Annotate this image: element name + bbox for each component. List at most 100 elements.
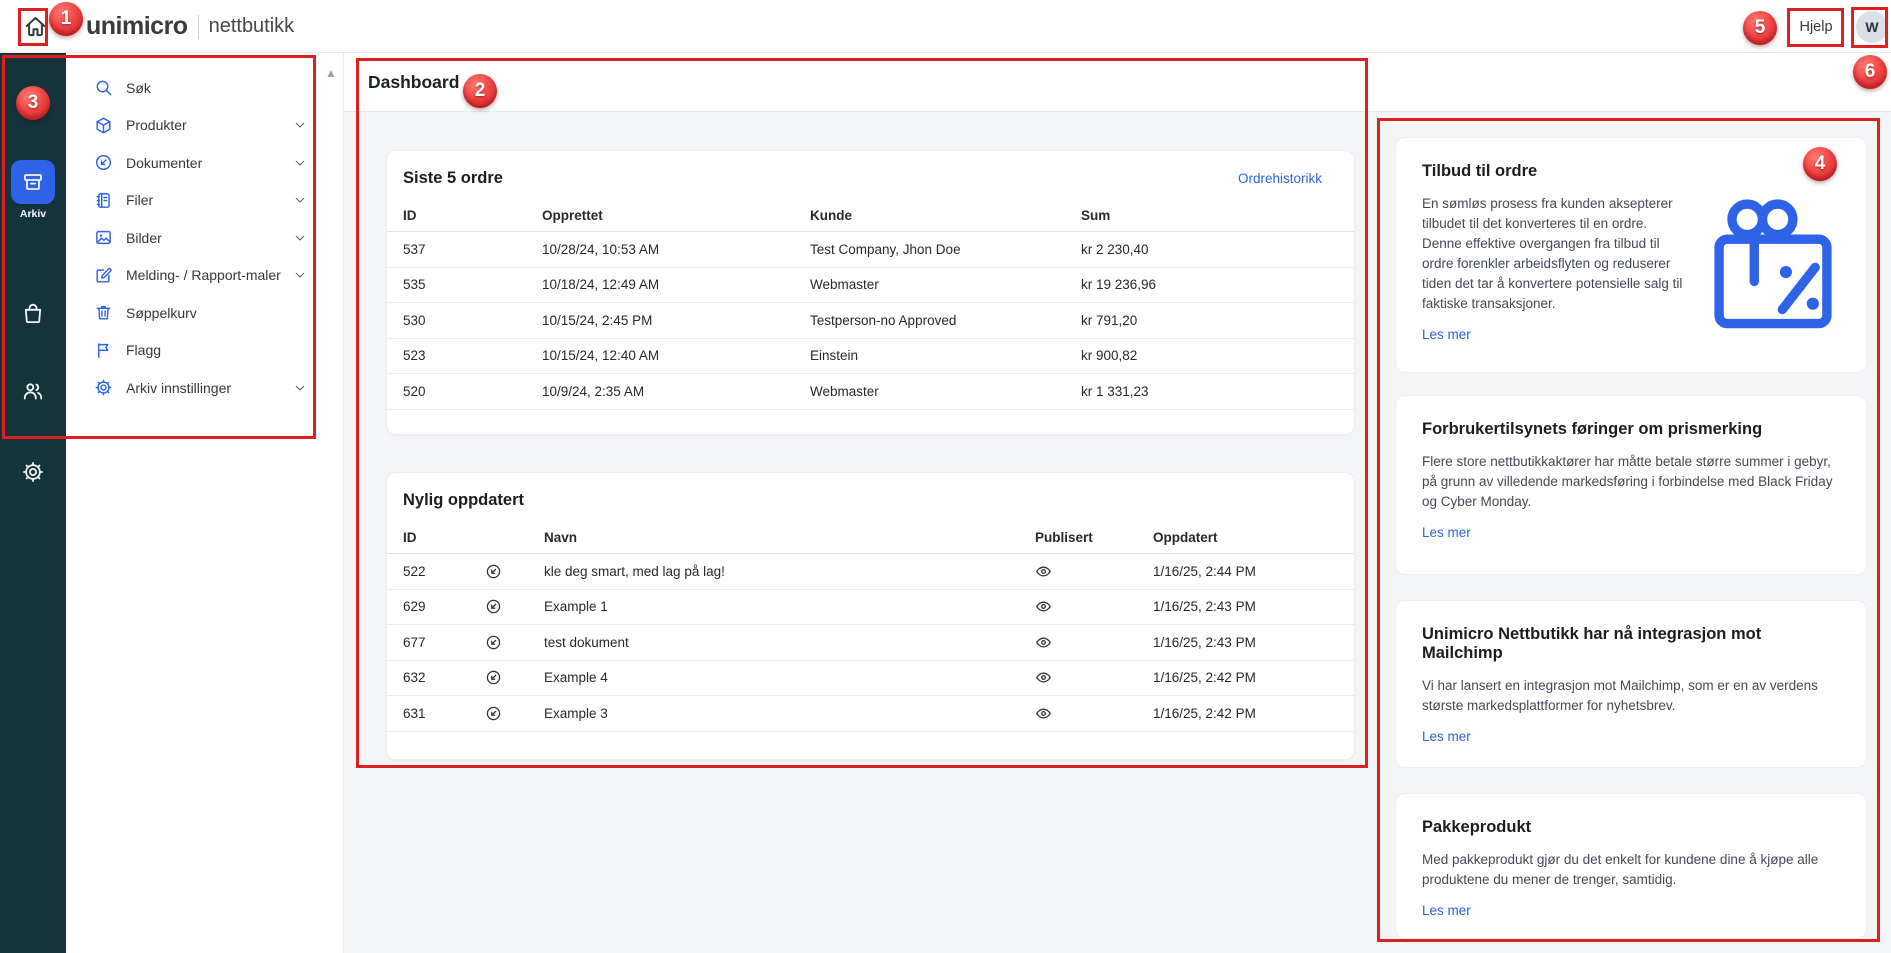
menu-item-label: Arkiv innstillinger bbox=[126, 380, 293, 396]
chevron-down-icon bbox=[293, 381, 307, 395]
col-published: Publisert bbox=[1035, 530, 1153, 545]
cell-id: 520 bbox=[403, 384, 542, 399]
cell-id: 632 bbox=[403, 670, 485, 685]
menu-item-flagg[interactable]: Flagg bbox=[66, 332, 343, 370]
col-name: Navn bbox=[544, 530, 1035, 545]
cell-name: kle deg smart, med lag på lag! bbox=[544, 564, 1035, 579]
read-more-link[interactable]: Les mer bbox=[1422, 903, 1471, 918]
cell-updated: 1/16/25, 2:43 PM bbox=[1153, 599, 1322, 614]
globe-pointer-icon bbox=[94, 153, 113, 172]
order-row[interactable]: 537 10/28/24, 10:53 AM Test Company, Jho… bbox=[387, 232, 1354, 268]
updated-row[interactable]: 677 test dokument 1/16/25, 2:43 PM bbox=[387, 625, 1354, 661]
app-rail: Arkiv bbox=[0, 53, 66, 953]
col-id: ID bbox=[403, 530, 485, 545]
page-title: Dashboard bbox=[368, 53, 459, 112]
gift-percent-icon bbox=[1698, 162, 1848, 344]
order-row[interactable]: 530 10/15/24, 2:45 PM Testperson-no Appr… bbox=[387, 303, 1354, 339]
cell-customer: Einstein bbox=[810, 348, 1081, 363]
app-screen: unimicro nettbutikk Hjelp W Arkiv bbox=[0, 0, 1891, 953]
globe-pointer-icon bbox=[485, 669, 502, 686]
archive-icon bbox=[11, 160, 55, 204]
cell-sum: kr 19 236,96 bbox=[1081, 277, 1322, 292]
orders-card-title: Siste 5 ordre bbox=[403, 169, 503, 188]
menu-item-label: Flagg bbox=[126, 342, 333, 358]
order-history-link[interactable]: Ordrehistorikk bbox=[1238, 171, 1322, 186]
eye-icon[interactable] bbox=[1035, 563, 1052, 580]
cell-updated: 1/16/25, 2:42 PM bbox=[1153, 670, 1322, 685]
cell-created: 10/18/24, 12:49 AM bbox=[542, 277, 810, 292]
archive-menu-panel: Søk Produkter Dokumenter Filer Bilder Me… bbox=[66, 53, 344, 953]
file-binder-icon bbox=[94, 191, 113, 210]
cell-name: Example 1 bbox=[544, 599, 1035, 614]
updated-row[interactable]: 632 Example 4 1/16/25, 2:42 PM bbox=[387, 661, 1354, 697]
menu-item-label: Filer bbox=[126, 192, 293, 208]
edit-icon bbox=[94, 266, 113, 285]
rail-item-settings[interactable] bbox=[0, 460, 66, 484]
col-id: ID bbox=[403, 208, 542, 223]
cell-name: Example 3 bbox=[544, 706, 1035, 721]
updated-row[interactable]: 631 Example 3 1/16/25, 2:42 PM bbox=[387, 696, 1354, 732]
menu-item-soppelkurv[interactable]: Søppelkurv bbox=[66, 294, 343, 332]
menu-item-bilder[interactable]: Bilder bbox=[66, 219, 343, 257]
user-avatar[interactable]: W bbox=[1856, 11, 1888, 43]
menu-item-produkter[interactable]: Produkter bbox=[66, 107, 343, 145]
eye-icon[interactable] bbox=[1035, 598, 1052, 615]
cell-updated: 1/16/25, 2:43 PM bbox=[1153, 635, 1322, 650]
cell-sum: kr 900,82 bbox=[1081, 348, 1322, 363]
menu-item-label: Søppelkurv bbox=[126, 305, 333, 321]
help-button[interactable]: Hjelp bbox=[1790, 8, 1842, 45]
eye-icon[interactable] bbox=[1035, 634, 1052, 651]
logo-unimicro: unimicro bbox=[86, 12, 188, 41]
cell-customer: Testperson-no Approved bbox=[810, 313, 1081, 328]
menu-item-maler[interactable]: Melding- / Rapport-maler bbox=[66, 257, 343, 295]
rail-item-arkiv[interactable]: Arkiv bbox=[0, 160, 66, 220]
news-title: Tilbud til ordre bbox=[1422, 162, 1684, 181]
gear-icon bbox=[94, 378, 113, 397]
chevron-down-icon bbox=[293, 118, 307, 132]
collapse-menu-icon[interactable]: ▲ bbox=[325, 66, 337, 80]
rail-item-label: Arkiv bbox=[20, 208, 46, 220]
col-updated: Oppdatert bbox=[1153, 530, 1322, 545]
logo-divider bbox=[198, 15, 199, 39]
order-row[interactable]: 535 10/18/24, 12:49 AM Webmaster kr 19 2… bbox=[387, 268, 1354, 304]
menu-item-dokumenter[interactable]: Dokumenter bbox=[66, 144, 343, 182]
news-body: En sømløs prosess fra kunden aksepterer … bbox=[1422, 194, 1684, 314]
cell-customer: Webmaster bbox=[810, 277, 1081, 292]
read-more-link[interactable]: Les mer bbox=[1422, 327, 1471, 342]
menu-item-filer[interactable]: Filer bbox=[66, 182, 343, 220]
flag-icon bbox=[94, 341, 113, 360]
menu-item-label: Dokumenter bbox=[126, 155, 293, 171]
trash-icon bbox=[94, 303, 113, 322]
order-row[interactable]: 520 10/9/24, 2:35 AM Webmaster kr 1 331,… bbox=[387, 374, 1354, 410]
menu-item-sok[interactable]: Søk bbox=[66, 69, 343, 107]
col-created: Opprettet bbox=[542, 208, 810, 223]
read-more-link[interactable]: Les mer bbox=[1422, 729, 1471, 744]
updated-row[interactable]: 629 Example 1 1/16/25, 2:43 PM bbox=[387, 590, 1354, 626]
cell-updated: 1/16/25, 2:42 PM bbox=[1153, 706, 1322, 721]
recently-updated-card: Nylig oppdatert ID Navn Publisert Oppdat… bbox=[386, 472, 1355, 760]
brand-logo: unimicro nettbutikk bbox=[86, 0, 294, 53]
cell-created: 10/28/24, 10:53 AM bbox=[542, 242, 810, 257]
col-customer: Kunde bbox=[810, 208, 1081, 223]
cell-updated: 1/16/25, 2:44 PM bbox=[1153, 564, 1322, 579]
news-title: Forbrukertilsynets føringer om prismerki… bbox=[1422, 420, 1840, 439]
news-body: Med pakkeprodukt gjør du det enkelt for … bbox=[1422, 850, 1840, 890]
cell-id: 523 bbox=[403, 348, 542, 363]
menu-item-arkiv-innstillinger[interactable]: Arkiv innstillinger bbox=[66, 369, 343, 407]
updated-table-header: ID Navn Publisert Oppdatert bbox=[387, 522, 1354, 554]
eye-icon[interactable] bbox=[1035, 705, 1052, 722]
menu-item-label: Melding- / Rapport-maler bbox=[126, 267, 293, 283]
order-row[interactable]: 523 10/15/24, 12:40 AM Einstein kr 900,8… bbox=[387, 339, 1354, 375]
news-card-mailchimp: Unimicro Nettbutikk har nå integrasjon m… bbox=[1395, 600, 1867, 768]
read-more-link[interactable]: Les mer bbox=[1422, 525, 1471, 540]
chevron-down-icon bbox=[293, 231, 307, 245]
news-body: Flere store nettbutikkaktører har måtte … bbox=[1422, 452, 1840, 512]
cell-id: 631 bbox=[403, 706, 485, 721]
rail-item-shop[interactable] bbox=[0, 301, 66, 325]
cell-id: 677 bbox=[403, 635, 485, 650]
home-icon[interactable] bbox=[20, 10, 50, 42]
rail-item-customers[interactable] bbox=[0, 379, 66, 403]
eye-icon[interactable] bbox=[1035, 669, 1052, 686]
news-body: Vi har lansert en integrasjon mot Mailch… bbox=[1422, 676, 1840, 716]
updated-row[interactable]: 522 kle deg smart, med lag på lag! 1/16/… bbox=[387, 554, 1354, 590]
